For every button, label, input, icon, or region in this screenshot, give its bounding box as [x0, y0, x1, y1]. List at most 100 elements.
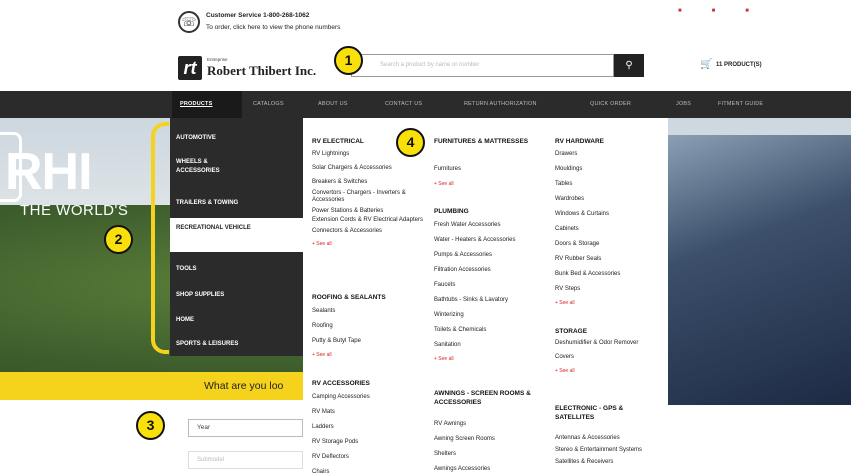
- list-item[interactable]: Awnings Accessories: [434, 466, 552, 473]
- see-all-link[interactable]: + See all: [434, 181, 552, 187]
- list-item[interactable]: RV Awnings: [434, 421, 552, 428]
- electronic-list: Antennas & Accessories Stereo & Entertai…: [555, 435, 655, 466]
- list-item[interactable]: Chairs: [312, 469, 430, 476]
- heading-storage[interactable]: STORAGE: [555, 328, 587, 337]
- heading-rv-accessories[interactable]: RV ACCESSORIES: [312, 380, 370, 389]
- list-item[interactable]: Drawers: [555, 151, 665, 158]
- see-all-link[interactable]: + See all: [312, 352, 430, 358]
- list-item[interactable]: Sealants: [312, 308, 430, 315]
- list-item[interactable]: Ladders: [312, 424, 430, 431]
- list-item[interactable]: Roofing: [312, 323, 430, 330]
- search-button[interactable]: ⚲: [614, 54, 644, 77]
- heading-awnings[interactable]: AWNINGS - SCREEN ROOMS & ACCESSORIES: [434, 390, 550, 407]
- heading-roofing[interactable]: ROOFING & SEALANTS: [312, 294, 386, 303]
- cart-icon[interactable]: 🛒: [700, 59, 712, 70]
- plumbing-list: Fresh Water Accessories Water - Heaters …: [434, 222, 554, 362]
- storage-list: Deshumidifier & Odor Remover Covers + Se…: [555, 340, 655, 374]
- list-item[interactable]: Satellites & Receivers: [555, 459, 655, 466]
- list-item[interactable]: RV Steps: [555, 286, 665, 293]
- list-item[interactable]: Extension Cords & RV Electrical Adapters: [312, 217, 430, 224]
- hero-brand-text: RHI: [5, 143, 93, 201]
- rv-electrical-list: RV Lightnings Solar Chargers & Accessori…: [312, 151, 430, 247]
- list-item[interactable]: Breakers & Switches: [312, 179, 430, 186]
- submodel-select[interactable]: Submodel: [188, 451, 303, 469]
- list-item[interactable]: Mouldings: [555, 166, 665, 173]
- roofing-list: Sealants Roofing Putty & Butyl Tape + Se…: [312, 308, 430, 358]
- list-item[interactable]: Filtration Accessories: [434, 267, 554, 274]
- nav-products[interactable]: PRODUCTS: [172, 91, 242, 118]
- sidebar-item-home[interactable]: HOME: [176, 316, 286, 325]
- sidebar-item-sports[interactable]: SPORTS & LEISURES: [176, 340, 286, 349]
- search-icon: ⚲: [625, 60, 633, 71]
- see-all-link[interactable]: + See all: [555, 300, 665, 306]
- heading-furnitures[interactable]: FURNITURES & MATTRESSES: [434, 138, 534, 147]
- nav-return-authorization[interactable]: RETURN AUTHORIZATION: [464, 91, 537, 118]
- list-item[interactable]: Cabinets: [555, 226, 665, 233]
- sidebar-item-automotive[interactable]: AUTOMOTIVE: [176, 134, 286, 143]
- nav-catalogs[interactable]: CATALOGS: [253, 91, 284, 118]
- list-item[interactable]: RV Deflectors: [312, 454, 430, 461]
- hero-tagline: THE WORLD'S: [20, 202, 129, 219]
- list-item[interactable]: Covers: [555, 354, 655, 361]
- list-item[interactable]: Sanitation: [434, 342, 554, 349]
- customer-service-text: Customer Service 1-800-268-1062: [206, 12, 310, 19]
- heading-rv-hardware[interactable]: RV HARDWARE: [555, 138, 604, 147]
- list-item[interactable]: Fresh Water Accessories: [434, 222, 554, 229]
- company-logo[interactable]: rt: [178, 56, 202, 80]
- vehicle-finder-prompt: What are you loo: [204, 380, 284, 392]
- list-item[interactable]: Power Stations & Batteries: [312, 208, 430, 215]
- list-item[interactable]: Doors & Storage: [555, 241, 665, 248]
- list-item[interactable]: Bathtubs - Sinks & Lavatory: [434, 297, 554, 304]
- list-item[interactable]: Faucets: [434, 282, 554, 289]
- list-item[interactable]: Water - Heaters & Accessories: [434, 237, 554, 244]
- nav-quick-order[interactable]: QUICK ORDER: [590, 91, 631, 118]
- sidebar-item-trailers[interactable]: TRAILERS & TOWING: [176, 199, 286, 208]
- list-item[interactable]: Antennas & Accessories: [555, 435, 655, 442]
- to-order-link[interactable]: To order, click here to view the phone n…: [206, 24, 340, 31]
- callout-4: 4: [396, 128, 425, 157]
- rv-accessories-list: Camping Accessories RV Mats Ladders RV S…: [312, 394, 430, 476]
- nav-contact-us[interactable]: CONTACT US: [385, 91, 422, 118]
- list-item[interactable]: Winterizing: [434, 312, 554, 319]
- list-item[interactable]: Stereo & Entertainment Systems: [555, 447, 655, 454]
- list-item[interactable]: Camping Accessories: [312, 394, 430, 401]
- furnitures-list: Furnitures + See all: [434, 166, 552, 187]
- list-item[interactable]: RV Mats: [312, 409, 430, 416]
- nav-about-us[interactable]: ABOUT US: [318, 91, 348, 118]
- heading-rv-electrical[interactable]: RV ELECTRICAL: [312, 138, 364, 147]
- heading-electronic[interactable]: ELECTRONIC - GPS & SATELLITES: [555, 405, 660, 422]
- sidebar-item-shop-supplies[interactable]: SHOP SUPPLIES: [176, 291, 286, 300]
- callout-1: 1: [334, 46, 363, 75]
- list-item[interactable]: Wardrobes: [555, 196, 665, 203]
- list-item[interactable]: Shelters: [434, 451, 552, 458]
- cart-count[interactable]: 11 PRODUCT(S): [716, 62, 762, 68]
- nav-jobs[interactable]: JOBS: [676, 91, 691, 118]
- see-all-link[interactable]: + See all: [312, 241, 430, 247]
- logo-company-name[interactable]: Robert Thibert Inc.: [207, 63, 316, 79]
- list-item[interactable]: Bunk Bed & Accessories: [555, 271, 665, 278]
- see-all-link[interactable]: + See all: [555, 368, 655, 374]
- heading-plumbing[interactable]: PLUMBING: [434, 208, 469, 217]
- nav-fitment-guide[interactable]: FITMENT GUIDE: [718, 91, 763, 118]
- list-item[interactable]: Putty & Butyl Tape: [312, 338, 430, 345]
- sidebar-item-wheels[interactable]: WHEELS & ACCESSORIES: [176, 158, 246, 176]
- list-item[interactable]: Solar Chargers & Accessories: [312, 165, 430, 172]
- list-item[interactable]: Tables: [555, 181, 665, 188]
- top-right-icons[interactable]: ■■■: [678, 8, 779, 14]
- list-item[interactable]: Pumps & Accessories: [434, 252, 554, 259]
- see-all-link[interactable]: + See all: [434, 356, 554, 362]
- list-item[interactable]: RV Storage Pods: [312, 439, 430, 446]
- list-item[interactable]: RV Rubber Seals: [555, 256, 665, 263]
- list-item[interactable]: Awning Screen Rooms: [434, 436, 552, 443]
- list-item[interactable]: Furnitures: [434, 166, 552, 173]
- year-select[interactable]: Year: [188, 419, 303, 437]
- list-item[interactable]: Convertors - Chargers - Inverters & Acce…: [312, 190, 430, 204]
- sidebar-item-recreational-vehicle[interactable]: RECREATIONAL VEHICLE: [176, 224, 256, 233]
- list-item[interactable]: Windows & Curtains: [555, 211, 665, 218]
- search-input[interactable]: Search a product by name or number: [351, 54, 614, 77]
- list-item[interactable]: Connectors & Accessories: [312, 228, 430, 235]
- sidebar-item-tools[interactable]: TOOLS: [176, 265, 286, 274]
- list-item[interactable]: Deshumidifier & Odor Remover: [555, 340, 655, 347]
- hero-van-image: [650, 135, 851, 405]
- list-item[interactable]: Toilets & Chemicals: [434, 327, 554, 334]
